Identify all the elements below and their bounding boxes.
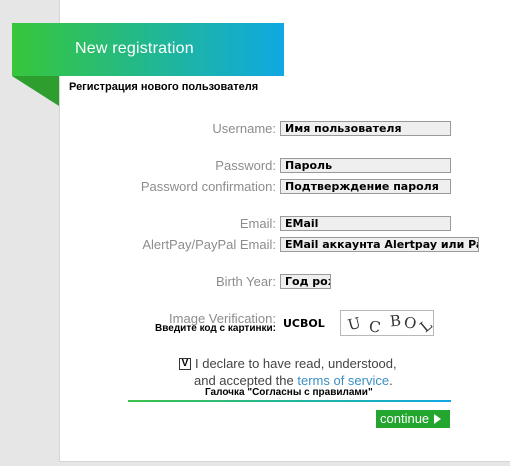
password-label: Password:: [215, 158, 276, 173]
email-input[interactable]: EMail: [280, 216, 451, 231]
declaration-prefix: and accepted the: [194, 373, 298, 388]
alertpay-email-input[interactable]: EMail аккаунта Alertpay или Paypal: [280, 237, 479, 252]
captcha-image: U C B O L: [340, 310, 436, 337]
captcha-input[interactable]: UCBOL: [283, 317, 325, 330]
terms-checkbox[interactable]: V: [179, 358, 191, 370]
password-confirmation-label: Password confirmation:: [140, 179, 276, 194]
terms-of-service-link[interactable]: terms of service: [297, 373, 389, 388]
captcha-char: L: [416, 315, 436, 337]
password-confirmation-input[interactable]: Подтверждение пароля: [280, 179, 451, 194]
captcha-instruction: Введите код с картинки:: [155, 323, 276, 334]
declaration-text: I declare to have read, understood,: [195, 356, 397, 371]
username-input[interactable]: Имя пользователя: [280, 121, 451, 136]
form-divider: [128, 400, 451, 402]
header-banner-fold: [12, 76, 59, 106]
continue-label: continue: [380, 411, 430, 426]
page-subtitle: Регистрация нового пользователя: [69, 81, 259, 93]
continue-button[interactable]: continue: [376, 410, 450, 428]
password-input[interactable]: Пароль: [280, 158, 451, 173]
agreement-note: Галочка "Согласны с правилами": [205, 387, 373, 398]
birth-year-label: Birth Year:: [216, 274, 276, 289]
captcha-char: O: [402, 312, 419, 334]
declaration-suffix: .: [389, 373, 393, 388]
birth-year-input[interactable]: Год рождения: [280, 274, 331, 289]
declaration-text-line2: and accepted the terms of service.: [194, 373, 393, 388]
alertpay-email-label: AlertPay/PayPal Email:: [142, 237, 276, 252]
email-label: Email:: [239, 216, 276, 231]
captcha-char: B: [389, 311, 402, 331]
play-arrow-icon: [434, 414, 442, 424]
page-title: New registration: [75, 40, 194, 57]
captcha-char: C: [367, 317, 382, 337]
captcha-char: U: [346, 313, 363, 335]
username-label: Username:: [212, 121, 276, 136]
